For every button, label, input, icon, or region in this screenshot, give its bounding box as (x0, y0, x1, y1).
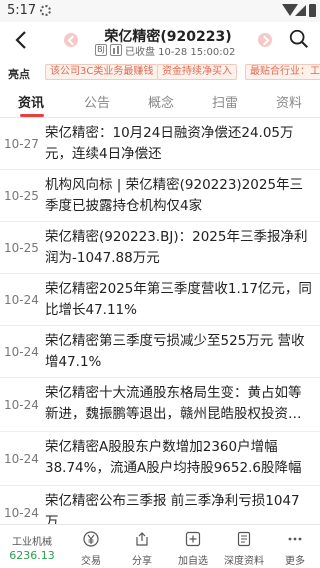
highlight-tag[interactable]: 最贴合行业：工业机械 (245, 64, 320, 80)
status-bar: 5:17 (0, 0, 320, 22)
add-watchlist-label: 加自选 (178, 556, 208, 567)
back-button[interactable] (10, 28, 34, 52)
active-tab-indicator (20, 114, 44, 117)
more-label: 更多 (285, 556, 305, 567)
news-date: 10-25 (4, 241, 39, 255)
trade-button[interactable]: 交易 (66, 525, 116, 568)
status-time: 5:17 (7, 3, 37, 18)
tab-risk-scan[interactable]: 扫雷 (212, 92, 238, 111)
news-list: 10-27 荣亿精密：10月24日融资净偿还24.05万元，连续4日净偿还 10… (0, 118, 320, 524)
news-date: 10-24 (4, 293, 39, 307)
chart-icon[interactable] (110, 44, 122, 56)
document-icon (237, 531, 251, 547)
search-icon (289, 29, 308, 48)
news-date: 10-24 (4, 398, 39, 412)
news-item[interactable]: 10-24 荣亿精密十大流通股东格局生变：黄占如等新进，魏振鹏等退出，赣州昆皓股… (0, 378, 320, 432)
share-label: 分享 (132, 556, 152, 567)
news-title: 荣亿精密第三季度亏损减少至525万元 营收增47.1% (45, 333, 305, 370)
news-title: 荣亿精密十大流通股东格局生变：黄占如等新进，魏振鹏等退出，赣州昆皓股权投资… (45, 385, 302, 422)
industry-quote[interactable]: 工业机械 6236.13 (0, 525, 64, 568)
more-button[interactable]: 更多 (270, 525, 320, 568)
add-icon (185, 531, 201, 547)
yen-icon (83, 531, 99, 547)
next-stock-button[interactable] (258, 33, 272, 47)
highlight-tag[interactable]: 该公司3C类业务最赚钱 (45, 64, 159, 80)
news-item[interactable]: 10-24 荣亿精密2025年第三季度营收1.17亿元，同比增长47.11% (0, 274, 320, 326)
stock-subtitle: BJ 已收盘 10-28 15:00:02 (95, 43, 236, 58)
signal-icon (295, 5, 306, 16)
share-icon (136, 532, 148, 546)
settings-status-icon (40, 5, 51, 16)
tab-news[interactable]: 资讯 (18, 92, 44, 111)
news-title: 荣亿精密2025年第三季度营收1.17亿元，同比增长47.11% (45, 281, 312, 318)
news-date: 10-24 (4, 452, 39, 466)
highlights-label: 亮点 (8, 68, 30, 81)
tab-announcements[interactable]: 公告 (84, 92, 110, 111)
news-date: 10-27 (4, 137, 39, 151)
industry-price: 6236.13 (9, 549, 55, 562)
stock-header: 荣亿精密(920223) BJ 已收盘 10-28 15:00:02 (0, 22, 320, 60)
news-title: 荣亿精密(920223.BJ)：2025年三季报净利润为-1047.88万元 (45, 229, 308, 266)
highlights-row: 亮点 该公司3C类业务最赚钱 资金持续净买入 最贴合行业：工业机械 (0, 60, 320, 84)
industry-name: 工业机械 (12, 537, 52, 548)
highlight-tag[interactable]: 资金持续净买入 (157, 64, 237, 80)
news-item[interactable]: 10-24 荣亿精密A股股东户数增加2360户增幅38.74%，流通A股户均持股… (0, 432, 320, 486)
news-title: 荣亿精密：10月24日融资净偿还24.05万元，连续4日净偿还 (45, 125, 294, 162)
battery-icon (309, 4, 316, 17)
news-item[interactable]: 10-24 荣亿精密第三季度亏损减少至525万元 营收增47.1% (0, 326, 320, 378)
news-item[interactable]: 10-24 荣亿精密公布三季报 前三季净利亏损1047万 (0, 486, 320, 524)
previous-stock-button[interactable] (64, 33, 78, 47)
add-watchlist-button[interactable]: 加自选 (168, 525, 218, 568)
tab-concepts[interactable]: 概念 (148, 92, 174, 111)
trade-label: 交易 (81, 556, 101, 567)
share-button[interactable]: 分享 (117, 525, 167, 568)
tab-profile[interactable]: 资料 (276, 92, 302, 111)
news-title: 机构风向标 | 荣亿精密(920223)2025年三季度已披露持仓机构仅4家 (45, 177, 304, 214)
deep-data-label: 深度资料 (224, 556, 264, 567)
news-date: 10-25 (4, 189, 39, 203)
more-icon (288, 537, 302, 541)
news-date: 10-24 (4, 506, 39, 520)
deep-data-button[interactable]: 深度资料 (219, 525, 269, 568)
news-date: 10-24 (4, 345, 39, 359)
content-tabs: 资讯 公告 概念 扫雷 资料 (0, 84, 320, 118)
news-title: 荣亿精密公布三季报 前三季净利亏损1047万 (45, 493, 300, 524)
news-item[interactable]: 10-25 荣亿精密(920223.BJ)：2025年三季报净利润为-1047.… (0, 222, 320, 274)
news-item[interactable]: 10-27 荣亿精密：10月24日融资净偿还24.05万元，连续4日净偿还 (0, 118, 320, 170)
chevron-left-icon (15, 31, 26, 49)
bottom-action-bar: 工业机械 6236.13 交易 分享 加自选 深度资料 更多 (0, 524, 320, 568)
news-title: 荣亿精密A股股东户数增加2360户增幅38.74%，流通A股户均持股9652.6… (45, 439, 302, 476)
search-button[interactable] (288, 28, 312, 52)
market-badge: BJ (95, 44, 107, 56)
news-item[interactable]: 10-25 机构风向标 | 荣亿精密(920223)2025年三季度已披露持仓机… (0, 170, 320, 222)
market-close-info: 已收盘 10-28 15:00:02 (125, 46, 236, 58)
